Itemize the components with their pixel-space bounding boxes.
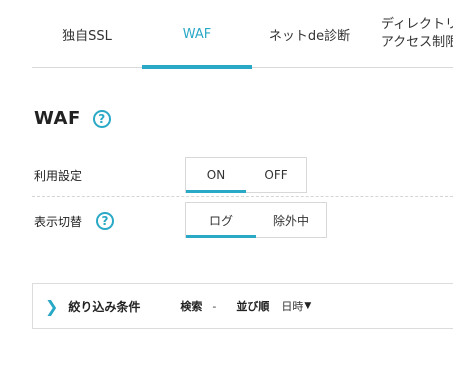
tab-custom-ssl[interactable]: 独自SSL bbox=[32, 0, 142, 68]
sort-direction-icon[interactable]: ▼ bbox=[304, 301, 311, 311]
page-title: WAF bbox=[34, 108, 81, 129]
display-log-button[interactable]: ログ bbox=[186, 203, 256, 238]
sort-label: 並び順 bbox=[236, 300, 270, 313]
display-switch-label: 表示切替 bbox=[34, 214, 83, 229]
tab-net-de-shindan[interactable]: ネットde診断 bbox=[257, 0, 362, 68]
section-heading: WAF ? bbox=[34, 108, 111, 129]
tab-label: ネットde診断 bbox=[268, 28, 351, 44]
tab-label-line2: アクセス制限 bbox=[380, 35, 453, 50]
active-tab-indicator bbox=[142, 65, 252, 69]
display-switch-label-group: 表示切替 ? bbox=[34, 212, 115, 230]
option-label: ログ bbox=[208, 213, 233, 228]
display-excluded-button[interactable]: 除外中 bbox=[256, 203, 326, 237]
tab-directory-access-restriction[interactable]: ディレクトリ アクセス制限 bbox=[372, 16, 453, 56]
display-switch-row: 表示切替 ? ログ 除外中 bbox=[32, 200, 453, 240]
search-value: - bbox=[212, 299, 217, 313]
question-circle-icon[interactable]: ? bbox=[92, 109, 111, 128]
tab-label: 独自SSL bbox=[62, 28, 112, 44]
usage-toggle: ON OFF bbox=[185, 157, 307, 193]
tab-waf[interactable]: WAF bbox=[142, 0, 252, 69]
usage-setting-label: 利用設定 bbox=[34, 169, 83, 183]
selected-indicator bbox=[186, 235, 256, 238]
usage-on-button[interactable]: ON bbox=[186, 158, 246, 193]
usage-setting-row: 利用設定 ON OFF bbox=[32, 155, 453, 197]
option-label: ON bbox=[206, 168, 226, 182]
option-label: OFF bbox=[264, 168, 288, 182]
search-label: 検索 bbox=[180, 300, 203, 313]
tab-bar: 独自SSL WAF ネットde診断 ディレクトリ アクセス制限 bbox=[32, 0, 453, 69]
waf-settings-page: 独自SSL WAF ネットde診断 ディレクトリ アクセス制限 WAF ? 利用… bbox=[0, 0, 453, 387]
question-circle-icon[interactable]: ? bbox=[96, 212, 115, 230]
usage-off-button[interactable]: OFF bbox=[246, 158, 306, 192]
tab-label: WAF bbox=[182, 26, 212, 42]
tab-label-line1: ディレクトリ bbox=[380, 17, 453, 32]
filter-bar: ❯ 絞り込み条件 検索 - 並び順 日時 ▼ bbox=[32, 283, 453, 329]
sort-value[interactable]: 日時 bbox=[281, 298, 303, 314]
option-label: 除外中 bbox=[272, 213, 309, 228]
chevron-right-icon[interactable]: ❯ bbox=[45, 297, 58, 316]
selected-indicator bbox=[186, 190, 246, 193]
display-toggle: ログ 除外中 bbox=[185, 202, 327, 238]
filter-title[interactable]: 絞り込み条件 bbox=[68, 298, 140, 315]
